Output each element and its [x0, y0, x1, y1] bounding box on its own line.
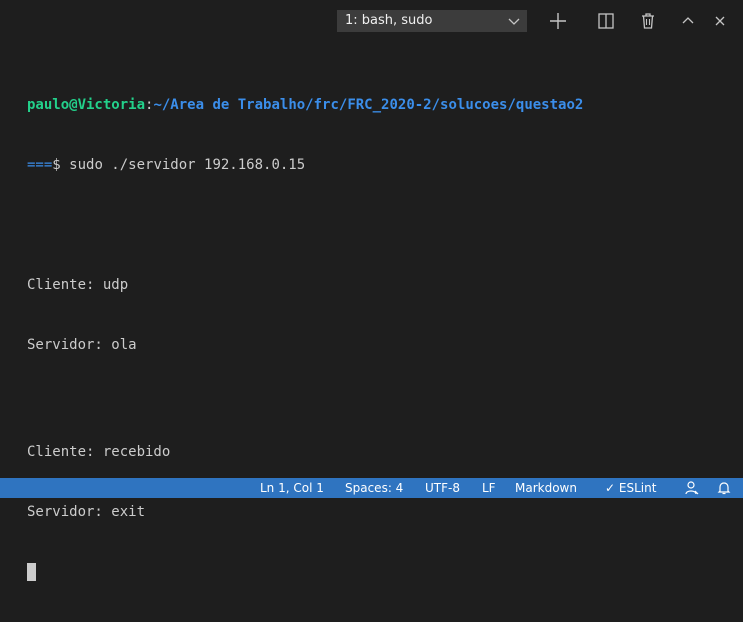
prompt-line-2: ===$ sudo ./servidor 192.168.0.15	[27, 155, 583, 175]
status-bar: Ln 1, Col 1 Spaces: 4 UTF-8 LF Markdown …	[0, 478, 743, 498]
close-panel-button[interactable]	[708, 9, 732, 33]
new-terminal-button[interactable]	[546, 9, 570, 33]
output-line: Servidor: exit	[27, 504, 146, 520]
terminal-select-dropdown[interactable]: 1: bash, sudo	[337, 10, 527, 32]
prompt-dollar: $	[52, 157, 70, 173]
person-icon[interactable]	[684, 480, 700, 496]
prompt-line-1: paulo@Victoria:~/Area de Trabalho/frc/FR…	[27, 95, 583, 115]
prompt-path: ~/Area de Trabalho/frc/FRC_2020-2/soluco…	[153, 97, 584, 113]
trash-icon	[636, 9, 660, 33]
maximize-panel-button[interactable]	[676, 9, 700, 33]
prompt-user: paulo@Victoria	[27, 97, 146, 113]
output-line: Cliente: udp	[27, 277, 129, 293]
status-indentation[interactable]: Spaces: 4	[345, 478, 403, 498]
split-icon	[594, 9, 618, 33]
chevron-down-icon	[507, 10, 521, 32]
plus-icon	[546, 9, 570, 33]
cursor-line	[27, 562, 583, 582]
close-icon	[708, 9, 732, 33]
terminal-panel: 1: bash, sudo paulo@Victoria:~/Area de T…	[0, 0, 743, 581]
terminal-cursor	[27, 563, 36, 581]
prompt-eq: ===	[27, 157, 53, 173]
status-encoding[interactable]: UTF-8	[425, 478, 460, 498]
status-cursor-position[interactable]: Ln 1, Col 1	[260, 478, 324, 498]
panel-header: 1: bash, sudo	[0, 0, 743, 40]
split-terminal-button[interactable]	[594, 9, 618, 33]
status-eol[interactable]: LF	[482, 478, 496, 498]
chevron-up-icon	[676, 9, 700, 33]
bell-icon[interactable]	[716, 480, 732, 496]
command-text: sudo ./servidor 192.168.0.15	[69, 157, 306, 173]
terminal-select-label: 1: bash, sudo	[345, 13, 433, 28]
output-line: Cliente: recebido	[27, 444, 171, 460]
status-eslint[interactable]: ✓ ESLint	[605, 478, 656, 498]
kill-terminal-button[interactable]	[636, 9, 660, 33]
status-language[interactable]: Markdown	[515, 478, 577, 498]
output-line: Servidor: ola	[27, 337, 137, 353]
terminal-output[interactable]: paulo@Victoria:~/Area de Trabalho/frc/FR…	[27, 55, 583, 622]
